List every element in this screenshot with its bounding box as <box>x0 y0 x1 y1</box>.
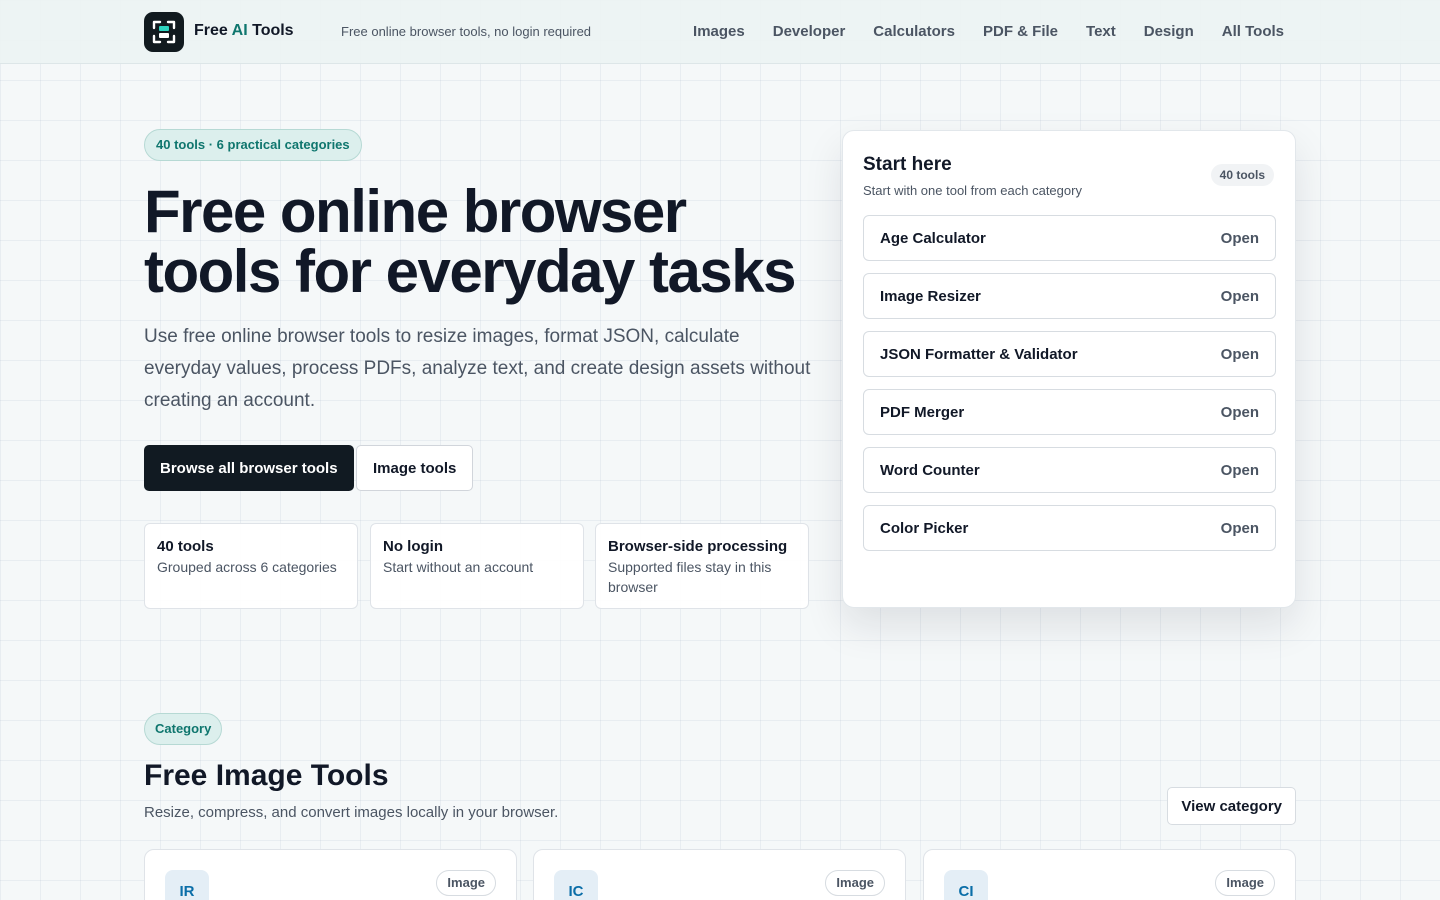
tool-abbr-icon: IR <box>165 870 209 900</box>
hero-description: Use free online browser tools to resize … <box>144 326 811 411</box>
feature-description: Grouped across 6 categories <box>157 559 337 575</box>
starter-tool-list: Age Calculator Open Image Resizer Open J… <box>863 215 1276 563</box>
open-link[interactable]: Open <box>1221 230 1259 247</box>
open-link[interactable]: Open <box>1221 520 1259 537</box>
tool-tag: Image <box>436 870 496 896</box>
main-nav: Images Developer Calculators PDF & File … <box>693 23 1284 40</box>
tool-row-pdf-merger[interactable]: PDF Merger Open <box>863 389 1276 435</box>
hero-pill: 40 tools · 6 practical categories <box>144 129 362 161</box>
nav-all-tools[interactable]: All Tools <box>1222 23 1284 40</box>
tool-card[interactable]: CI Image <box>923 849 1296 900</box>
nav-developer[interactable]: Developer <box>773 23 846 40</box>
category-description: Resize, compress, and convert images loc… <box>144 804 559 821</box>
tool-card[interactable]: IR Image <box>144 849 517 900</box>
tool-row-age-calculator[interactable]: Age Calculator Open <box>863 215 1276 261</box>
image-tools-button[interactable]: Image tools <box>356 445 474 491</box>
tool-tag: Image <box>1215 870 1275 896</box>
nav-pdf-file[interactable]: PDF & File <box>983 23 1058 40</box>
nav-calculators[interactable]: Calculators <box>873 23 955 40</box>
tool-name: JSON Formatter & Validator <box>880 345 1078 363</box>
tool-count-badge: 40 tools <box>1210 164 1274 186</box>
tool-row-word-counter[interactable]: Word Counter Open <box>863 447 1276 493</box>
view-category-button[interactable]: View category <box>1167 787 1296 825</box>
category-title: Free Image Tools <box>144 759 389 792</box>
tool-row-image-resizer[interactable]: Image Resizer Open <box>863 273 1276 319</box>
tool-name: Age Calculator <box>880 229 986 247</box>
tool-name: Word Counter <box>880 461 980 479</box>
feature-card-no-login: No login Start without an account <box>370 523 584 609</box>
browse-all-tools-button[interactable]: Browse all browser tools <box>144 445 354 491</box>
tool-row-json-formatter[interactable]: JSON Formatter & Validator Open <box>863 331 1276 377</box>
open-link[interactable]: Open <box>1221 404 1259 421</box>
tool-abbr-icon: CI <box>944 870 988 900</box>
tool-tag: Image <box>825 870 885 896</box>
header-tagline: Free online browser tools, no login requ… <box>341 24 592 39</box>
open-link[interactable]: Open <box>1221 462 1259 479</box>
feature-title: Browser-side processing <box>608 538 788 555</box>
panel-title: Start here <box>863 154 952 175</box>
category-pill: Category <box>144 713 223 745</box>
open-link[interactable]: Open <box>1221 288 1259 305</box>
feature-description: Start without an account <box>383 559 534 575</box>
nav-images[interactable]: Images <box>693 23 745 40</box>
brand-name[interactable]: Free AI Tools <box>194 22 294 40</box>
panel-subtitle: Start with one tool from each category <box>863 183 1082 198</box>
tool-name: Image Resizer <box>880 287 981 305</box>
logo-icon[interactable] <box>144 12 184 52</box>
nav-design[interactable]: Design <box>1144 23 1194 40</box>
tool-name: Color Picker <box>880 519 969 537</box>
hero-title: Free online browser tools for everyday t… <box>144 178 796 305</box>
tool-row-color-picker[interactable]: Color Picker Open <box>863 505 1276 551</box>
nav-text[interactable]: Text <box>1086 23 1116 40</box>
start-here-panel: Start here Start with one tool from each… <box>842 130 1296 608</box>
site-header: Free AI Tools Free online browser tools,… <box>0 0 1440 64</box>
tool-name: PDF Merger <box>880 403 965 421</box>
tool-abbr-icon: IC <box>554 870 598 900</box>
open-link[interactable]: Open <box>1221 346 1259 363</box>
feature-title: 40 tools <box>157 538 214 555</box>
feature-description: Supported files stay in this browser <box>608 559 772 595</box>
tool-card[interactable]: IC Image <box>533 849 906 900</box>
feature-card-browser-processing: Browser-side processing Supported files … <box>595 523 809 609</box>
feature-card-tools: 40 tools Grouped across 6 categories <box>144 523 358 609</box>
feature-title: No login <box>383 538 443 555</box>
